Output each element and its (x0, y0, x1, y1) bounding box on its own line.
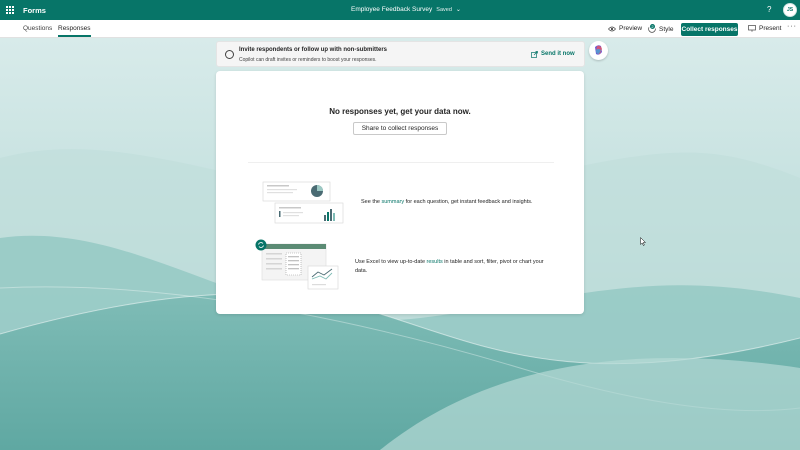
responses-card: No responses yet, get your data now. Sha… (216, 71, 584, 314)
app-name[interactable]: Forms (23, 6, 46, 15)
document-title-area[interactable]: Employee Feedback Survey Saved ⌄ (351, 6, 461, 13)
waffle-icon[interactable] (6, 6, 14, 14)
tab-responses[interactable]: Responses (58, 25, 91, 37)
excel-feature-text: Use Excel to view up-to-date results in … (355, 258, 550, 276)
summary-text-after: for each question, get instant feedback … (404, 199, 533, 205)
summary-link[interactable]: summary (382, 199, 405, 205)
summary-text-before: See the (361, 199, 382, 205)
copilot-button[interactable] (589, 41, 608, 60)
present-icon (748, 25, 756, 32)
copilot-banner: Invite respondents or follow up with non… (216, 41, 585, 67)
tab-questions[interactable]: Questions (23, 25, 52, 32)
banner-subtitle: Copilot can draft invites or reminders t… (239, 57, 377, 63)
present-button[interactable]: Present (748, 25, 781, 32)
banner-title: Invite respondents or follow up with non… (239, 47, 388, 53)
summary-feature-text: See the summary for each question, get i… (361, 199, 533, 205)
document-title: Employee Feedback Survey (351, 6, 433, 13)
cursor-icon (640, 237, 646, 246)
summary-illustration (262, 181, 344, 224)
send-icon (531, 51, 538, 58)
style-label: Style (659, 25, 674, 33)
eye-icon (608, 26, 616, 31)
empty-state-title: No responses yet, get your data now. (329, 107, 471, 116)
excel-text-before: Use Excel to view up-to-date (355, 259, 427, 265)
collect-responses-button[interactable]: Collect responses (681, 23, 738, 36)
send-it-now-label: Send it now (541, 51, 575, 57)
help-icon[interactable]: ? (767, 5, 771, 14)
send-it-now-button[interactable]: Send it now (531, 51, 575, 58)
copilot-banner-icon (225, 50, 234, 59)
preview-label: Preview (619, 25, 643, 32)
divider (248, 162, 554, 163)
style-badge: 2 (649, 23, 656, 30)
preview-button[interactable]: Preview (608, 25, 642, 32)
avatar[interactable]: JS (783, 3, 797, 17)
excel-illustration (255, 239, 339, 290)
top-bar: Forms Employee Feedback Survey Saved ⌄ ?… (0, 0, 800, 20)
copilot-icon (595, 45, 602, 55)
command-bar: Questions Responses Preview Style Presen… (0, 20, 800, 38)
share-to-collect-button[interactable]: Share to collect responses (353, 122, 447, 135)
chevron-down-icon: ⌄ (455, 7, 461, 13)
more-icon[interactable]: ··· (787, 23, 797, 30)
save-status: Saved (436, 6, 452, 13)
results-link[interactable]: results (427, 259, 443, 265)
present-label: Present (759, 25, 782, 32)
